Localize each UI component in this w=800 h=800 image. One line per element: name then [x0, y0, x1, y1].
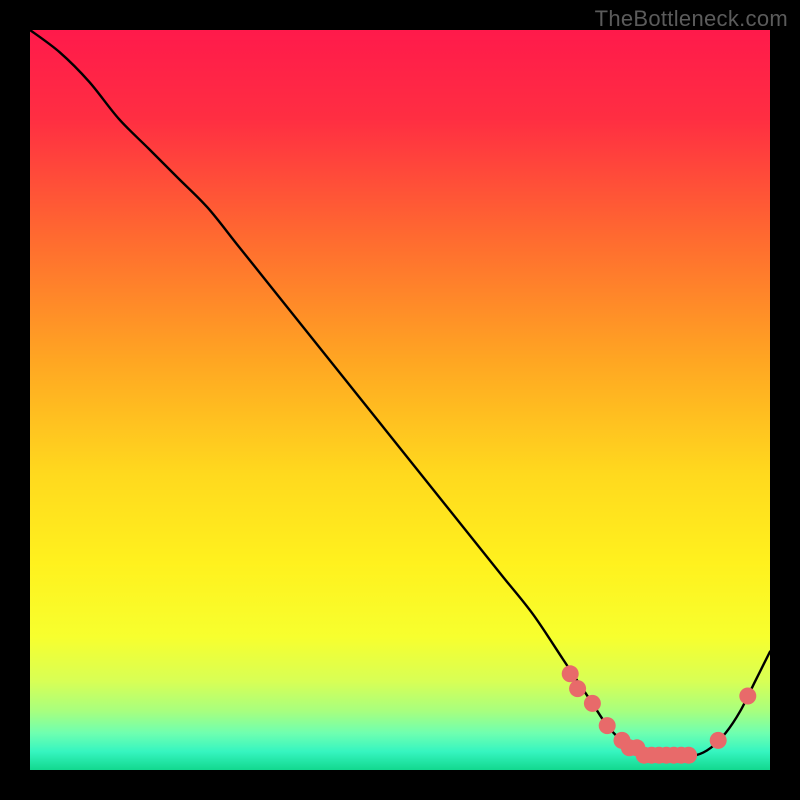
marker-dot — [680, 747, 697, 764]
bottleneck-chart — [30, 30, 770, 770]
marker-dot — [562, 665, 579, 682]
chart-frame: TheBottleneck.com — [0, 0, 800, 800]
plot-area — [30, 30, 770, 770]
marker-dot — [584, 695, 601, 712]
marker-dot — [739, 688, 756, 705]
marker-dot — [599, 717, 616, 734]
watermark-text: TheBottleneck.com — [595, 6, 788, 32]
marker-dot — [710, 732, 727, 749]
marker-dot — [569, 680, 586, 697]
